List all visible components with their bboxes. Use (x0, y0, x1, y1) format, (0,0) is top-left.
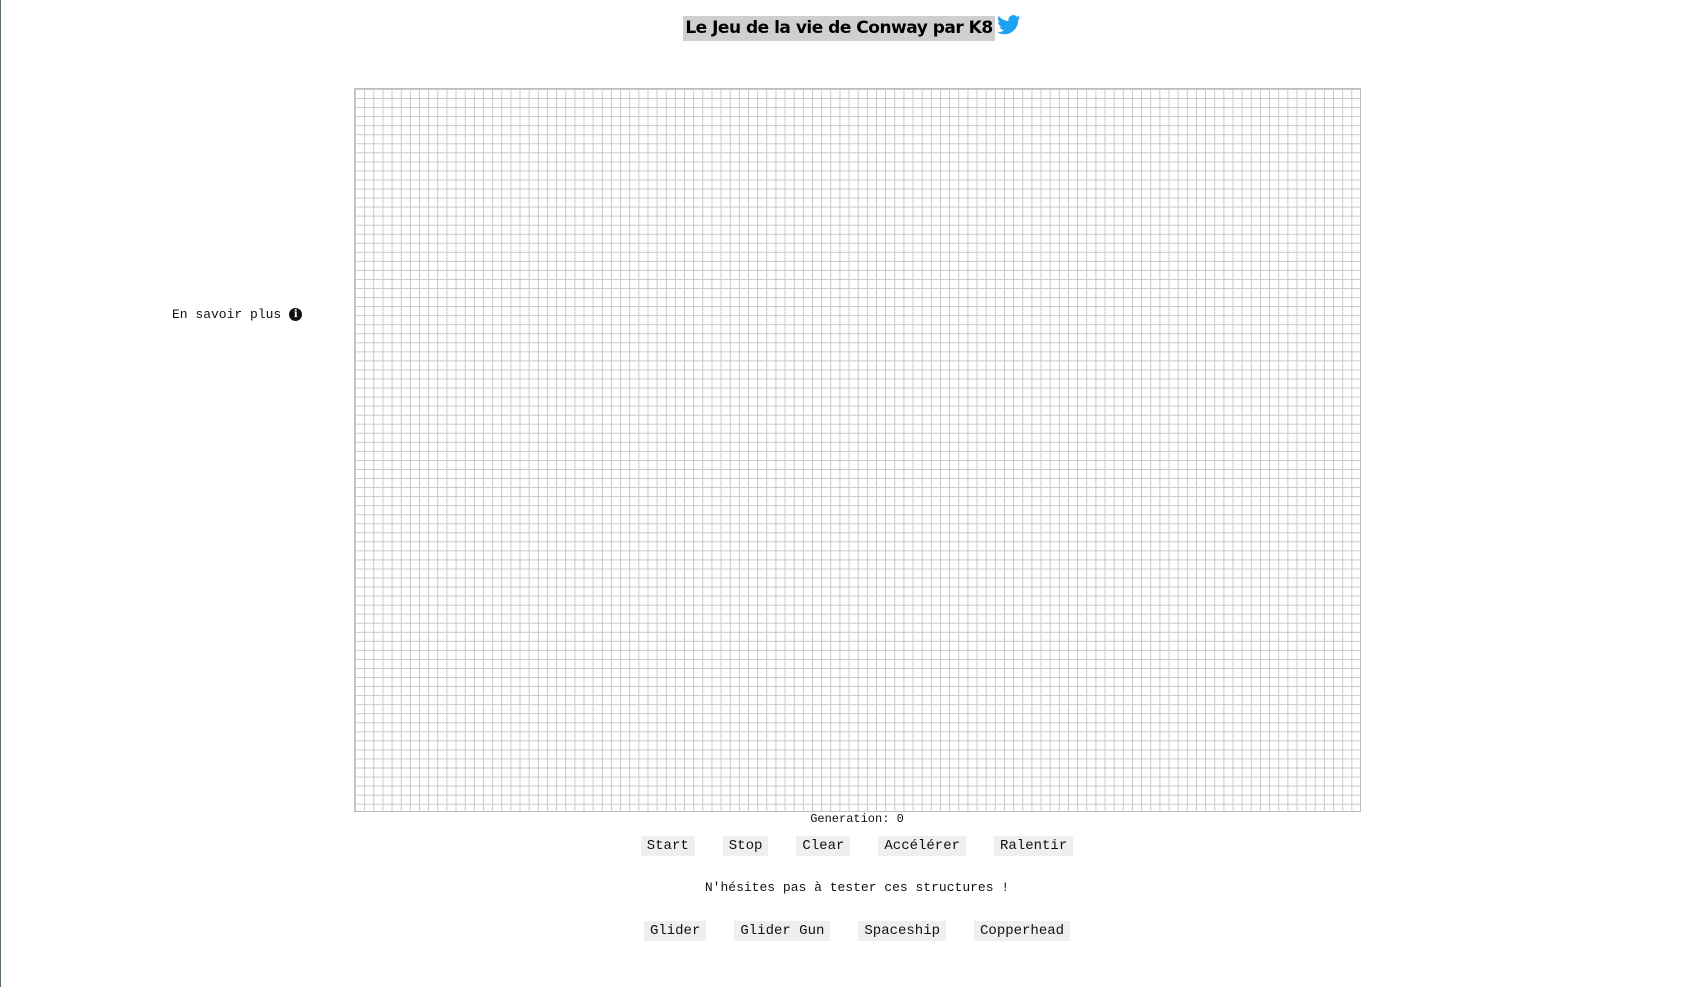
generation-counter: Generation: 0 (810, 812, 904, 826)
title-wrap: Le Jeu de la vie de Conway par K8 (683, 14, 1021, 41)
slow-down-button[interactable]: Ralentir (994, 836, 1074, 856)
glider-button[interactable]: Glider (643, 921, 707, 941)
info-icon[interactable]: i (289, 308, 303, 321)
header: Le Jeu de la vie de Conway par K8 (0, 14, 1704, 41)
learn-more-link[interactable]: En savoir plus i (172, 307, 303, 322)
patterns-prompt: N'hésites pas à tester ces structures ! (704, 880, 1010, 895)
spaceship-button[interactable]: Spaceship (858, 921, 947, 941)
life-grid[interactable] (354, 88, 1361, 812)
page-title: Le Jeu de la vie de Conway par K8 (683, 16, 995, 41)
accelerate-button[interactable]: Accélérer (878, 836, 967, 856)
start-button[interactable]: Start (640, 836, 695, 856)
learn-more-label: En savoir plus (172, 307, 282, 322)
control-buttons: Start Stop Clear Accélérer Ralentir (0, 836, 1704, 856)
twitter-icon[interactable] (996, 14, 1021, 35)
stop-button[interactable]: Stop (722, 836, 769, 856)
copperhead-button[interactable]: Copperhead (974, 921, 1071, 941)
pattern-buttons: Glider Glider Gun Spaceship Copperhead (0, 921, 1704, 941)
glider-gun-button[interactable]: Glider Gun (734, 921, 831, 941)
clear-button[interactable]: Clear (796, 836, 851, 856)
